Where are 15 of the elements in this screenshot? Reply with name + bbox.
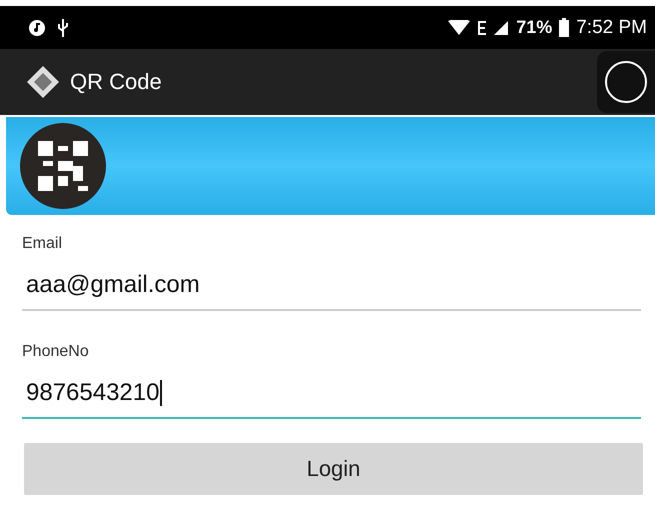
field-label: PhoneNo <box>22 343 90 361</box>
music-note-icon <box>28 18 46 36</box>
circle-button[interactable] <box>597 51 655 113</box>
wifi-icon <box>448 20 470 36</box>
app-title: QR Code <box>70 69 162 95</box>
clock: 7:52 PM <box>576 16 647 38</box>
signal-icon <box>476 18 510 36</box>
input-field[interactable]: aaa@gmail.com <box>22 263 641 311</box>
field-label: Email <box>22 235 64 253</box>
qr-logo-icon <box>26 65 60 99</box>
battery-icon <box>558 18 570 38</box>
login-button[interactable]: Login <box>24 443 643 495</box>
battery-percent: 71% <box>516 17 552 38</box>
input-field[interactable]: 9876543210 <box>22 371 641 419</box>
usb-icon <box>56 18 70 38</box>
